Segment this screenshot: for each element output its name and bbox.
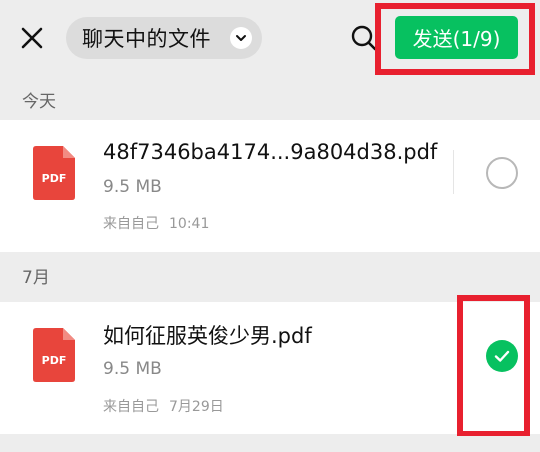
file-meta: 来自自己 7月29日 — [103, 396, 224, 416]
file-size: 9.5 MB — [103, 359, 162, 379]
section-header-today: 今天 — [0, 76, 540, 120]
file-source: 来自自己 — [103, 399, 159, 415]
close-button[interactable] — [18, 24, 46, 52]
section-header-july: 7月 — [0, 252, 540, 296]
pdf-icon-label: PDF — [42, 172, 67, 185]
section-label: 7月 — [22, 268, 50, 288]
title-dropdown[interactable]: 聊天中的文件 — [66, 17, 262, 59]
send-button[interactable]: 发送(1/9) — [395, 16, 518, 59]
file-row[interactable]: PDF 48f7346ba4174...9a804d38.pdf 9.5 MB … — [0, 120, 540, 252]
file-row[interactable]: PDF 如何征服英俊少男.pdf 9.5 MB 来自自己 7月29日 — [0, 302, 540, 434]
file-name: 48f7346ba4174...9a804d38.pdf — [103, 140, 438, 164]
select-checkbox-checked[interactable] — [486, 340, 518, 372]
file-time: 7月29日 — [169, 399, 224, 415]
file-meta: 来自自己 10:41 — [103, 213, 209, 233]
file-name: 如何征服英俊少男.pdf — [103, 324, 312, 348]
bottom-spacer — [0, 436, 540, 452]
pdf-file-icon: PDF — [33, 328, 75, 382]
section-label: 今天 — [22, 92, 56, 112]
search-icon — [351, 25, 377, 51]
check-icon — [494, 350, 510, 362]
select-checkbox[interactable] — [486, 157, 518, 189]
pdf-icon-label: PDF — [42, 354, 67, 367]
file-size: 9.5 MB — [103, 177, 162, 197]
page-title: 聊天中的文件 — [82, 27, 211, 51]
close-icon — [21, 27, 43, 49]
file-time: 10:41 — [169, 216, 210, 232]
top-bar: 聊天中的文件 发送(1/9) — [0, 0, 540, 76]
file-source: 来自自己 — [103, 216, 159, 232]
chevron-down-icon — [230, 27, 252, 49]
search-button[interactable] — [350, 24, 378, 52]
pdf-file-icon: PDF — [33, 146, 75, 200]
divider — [453, 150, 454, 194]
